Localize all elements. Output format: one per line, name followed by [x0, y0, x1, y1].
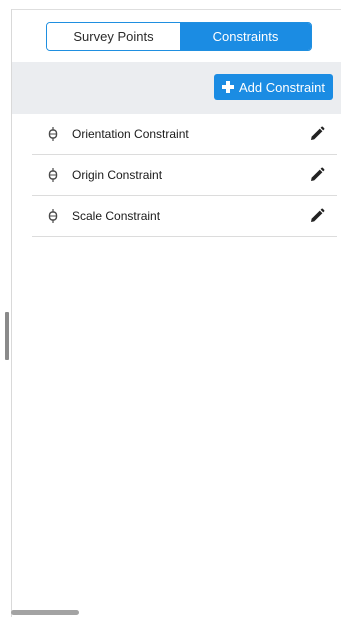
constraint-label: Orientation Constraint [72, 127, 189, 141]
add-constraint-button[interactable]: Add Constraint [214, 74, 333, 100]
constraints-toolbar: Add Constraint [12, 62, 341, 114]
plus-icon [222, 81, 234, 93]
add-constraint-label: Add Constraint [239, 79, 325, 95]
list-item[interactable]: Orientation Constraint [32, 114, 337, 155]
list-item[interactable]: Scale Constraint [32, 196, 337, 237]
list-item[interactable]: Origin Constraint [32, 155, 337, 196]
constraint-icon [48, 168, 58, 182]
pencil-icon[interactable] [309, 126, 325, 142]
constraint-label: Scale Constraint [72, 209, 161, 223]
pencil-icon[interactable] [309, 167, 325, 183]
tab-constraints[interactable]: Constraints [180, 23, 311, 50]
constraint-label: Origin Constraint [72, 168, 163, 182]
constraints-panel: Survey Points Constraints Add Constraint… [0, 0, 341, 617]
view-tabs: Survey Points Constraints [46, 22, 312, 51]
constraint-icon [48, 127, 58, 141]
constraint-list: Orientation Constraint Origin Constraint [32, 114, 337, 237]
tab-survey-points[interactable]: Survey Points [47, 23, 180, 50]
horizontal-scrollbar[interactable] [11, 610, 79, 615]
panel-top-border [11, 9, 341, 10]
pencil-icon[interactable] [309, 208, 325, 224]
constraint-icon [48, 209, 58, 223]
panel-resize-handle[interactable] [5, 312, 9, 360]
